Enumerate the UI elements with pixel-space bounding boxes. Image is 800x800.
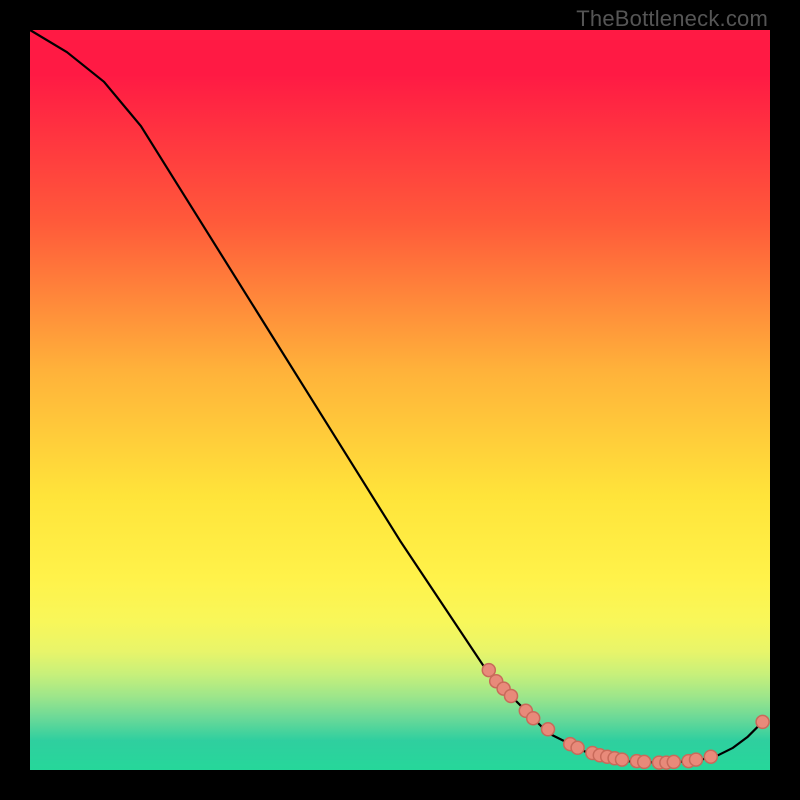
data-point	[756, 715, 769, 728]
chart-frame: TheBottleneck.com	[0, 0, 800, 800]
bottleneck-curve	[30, 30, 763, 763]
watermark-label: TheBottleneck.com	[576, 6, 768, 32]
data-point	[704, 750, 717, 763]
data-point	[527, 712, 540, 725]
data-point	[571, 741, 584, 754]
chart-svg	[30, 30, 770, 770]
data-point	[690, 753, 703, 766]
data-point	[505, 690, 518, 703]
data-point	[638, 755, 651, 768]
data-point	[667, 755, 680, 768]
data-points	[482, 664, 769, 770]
data-point	[616, 753, 629, 766]
data-point	[542, 723, 555, 736]
plot-area	[30, 30, 770, 770]
